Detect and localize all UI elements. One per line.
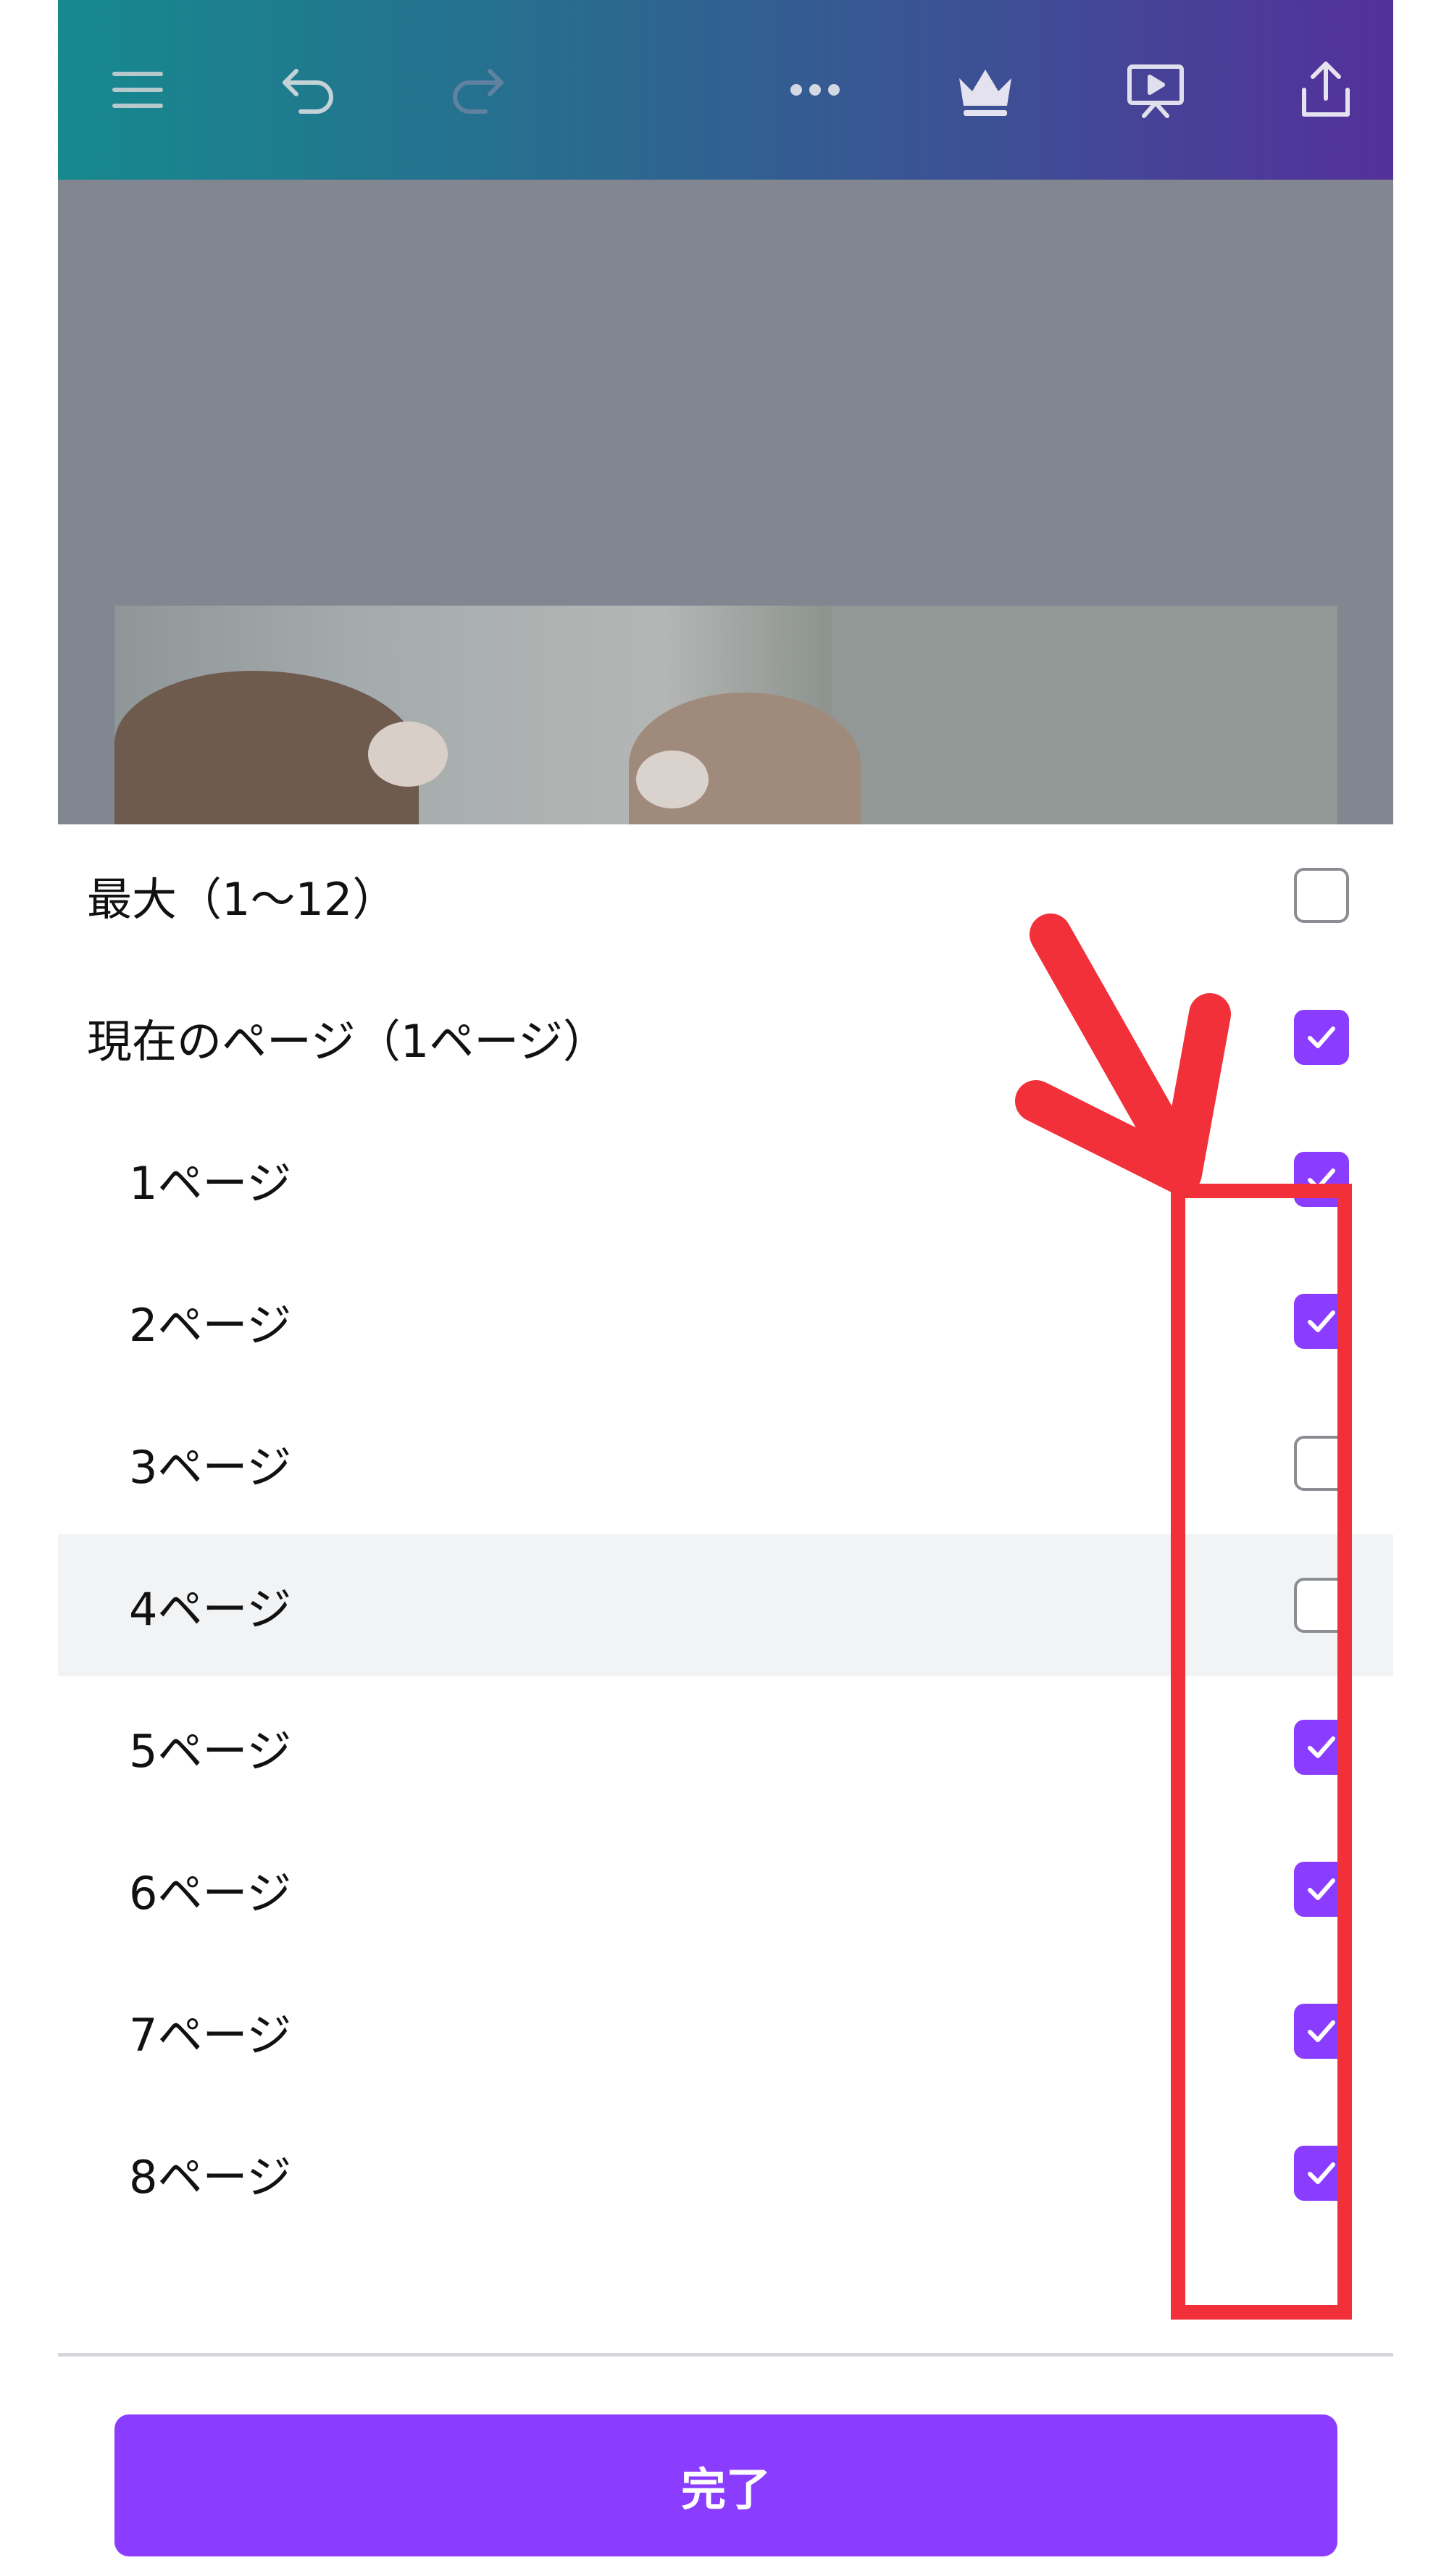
redo-icon[interactable] <box>435 46 522 133</box>
design-page-thumbnail <box>114 606 1337 824</box>
fingernail-image <box>636 750 709 808</box>
page-label: 4ページ <box>129 1583 292 1636</box>
undo-icon[interactable] <box>264 46 351 133</box>
page-label: 3ページ <box>129 1441 292 1494</box>
annotation-arrow-icon <box>1015 913 1231 1195</box>
current-page-label: 現在のページ（1ページ） <box>87 1015 608 1068</box>
page-label: 6ページ <box>129 1867 292 1920</box>
top-toolbar <box>58 0 1393 180</box>
page-label: 1ページ <box>129 1157 292 1210</box>
design-canvas-preview <box>58 180 1393 824</box>
current-page-checkbox[interactable] <box>1294 1010 1349 1065</box>
checkmark-icon <box>1308 1026 1335 1048</box>
page-label: 8ページ <box>129 2151 292 2204</box>
page-label: 5ページ <box>129 1725 292 1778</box>
share-icon[interactable] <box>1282 46 1369 133</box>
more-icon[interactable] <box>772 46 859 133</box>
fingernail-image <box>368 722 448 787</box>
select-all-checkbox[interactable] <box>1294 868 1349 923</box>
footer-divider <box>58 2353 1393 2357</box>
present-icon[interactable] <box>1112 46 1199 133</box>
done-button[interactable]: 完了 <box>114 2414 1337 2556</box>
torn-paper-image <box>832 606 1337 824</box>
crown-icon[interactable] <box>942 46 1029 133</box>
annotation-highlight-box <box>1171 1184 1352 2320</box>
page-label: 7ページ <box>129 2009 292 2062</box>
menu-icon[interactable] <box>94 46 181 133</box>
page-label: 2ページ <box>129 1299 292 1352</box>
select-all-label: 最大（1〜12） <box>87 873 398 926</box>
